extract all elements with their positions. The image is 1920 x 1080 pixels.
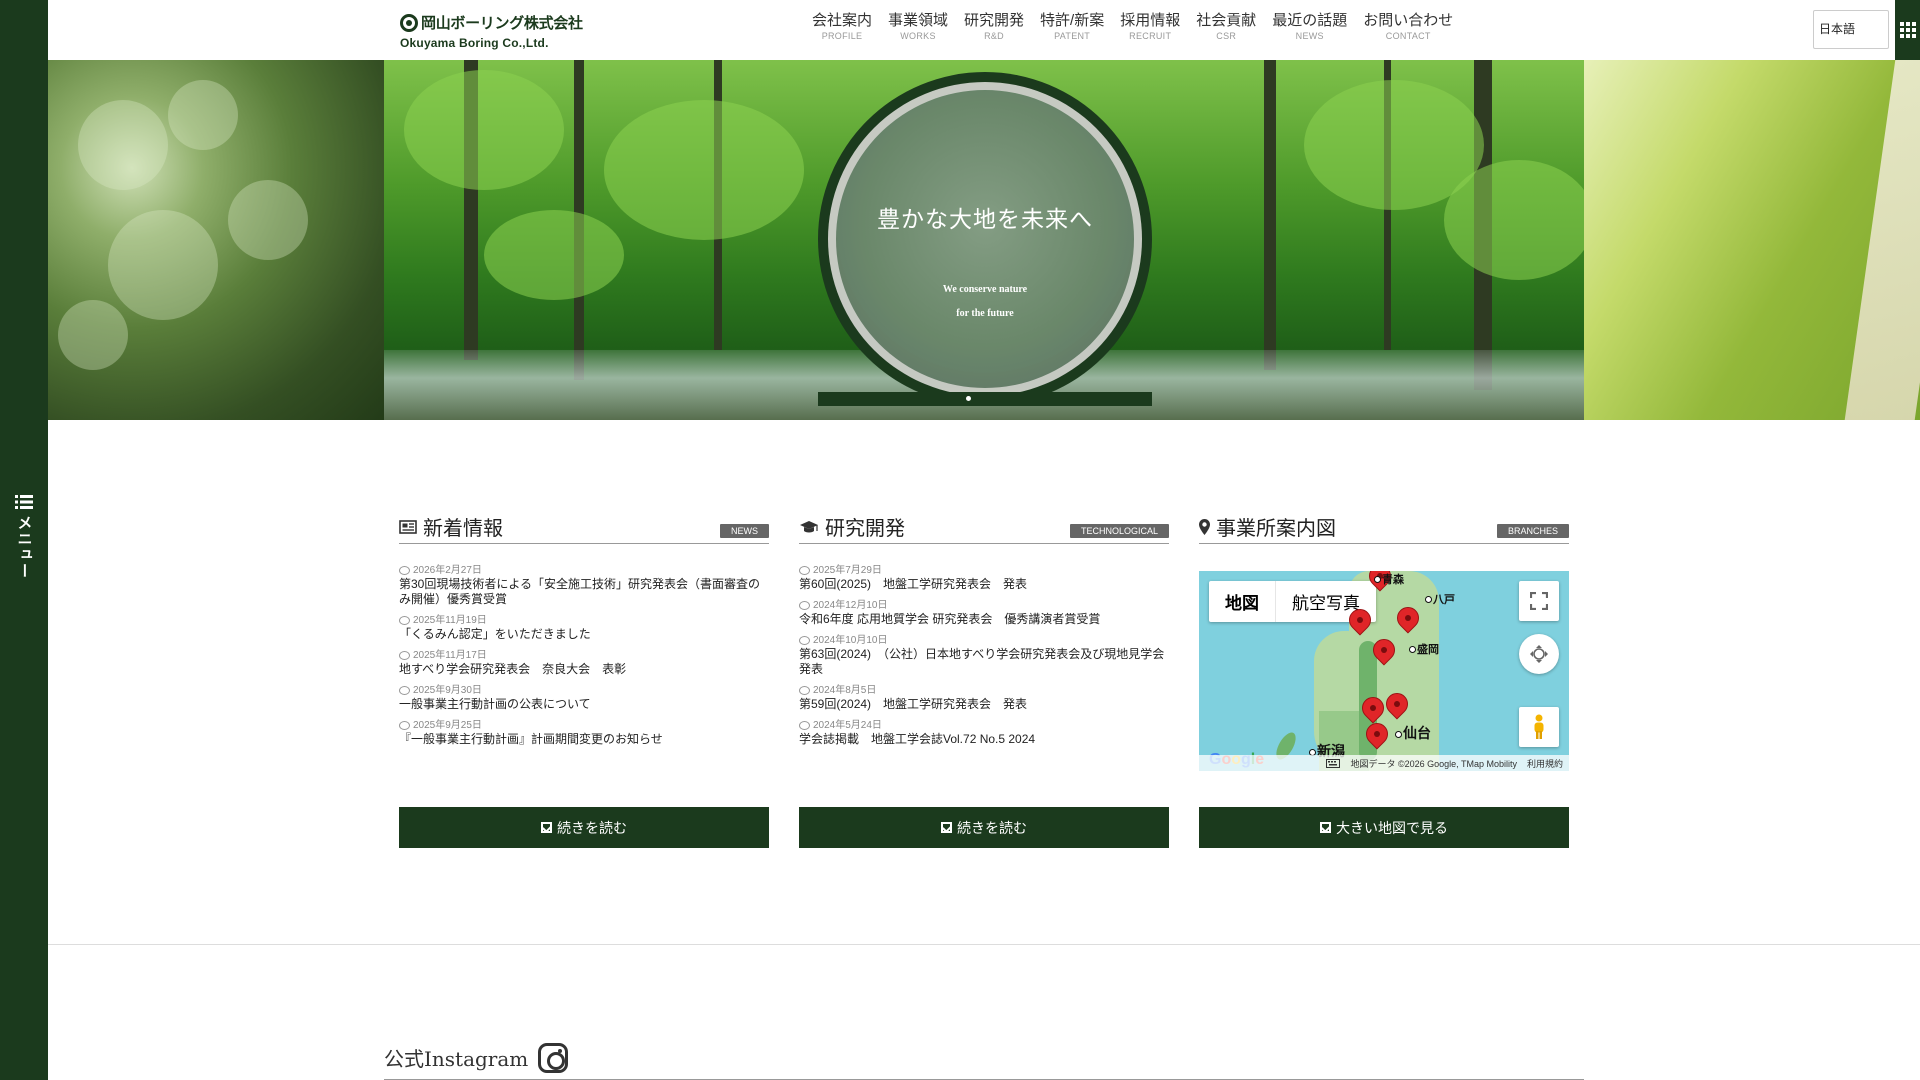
research-item[interactable]: 2025年7月29日 第60回(2025) 地盤工学研究発表会 発表 [799, 564, 1169, 592]
map-marker-icon [1199, 518, 1210, 535]
research-badge: TECHNOLOGICAL [1069, 524, 1169, 538]
news-item[interactable]: 2025年9月25日 『一般事業主行動計画』計画期間変更のお知らせ [399, 719, 769, 747]
logo-mark-icon [400, 13, 418, 32]
map-city-label: 仙台 [1395, 723, 1431, 743]
nav-item-profile[interactable]: 会社案内 PROFILE [804, 12, 880, 42]
nav-item-rd[interactable]: 研究開発 R&D [956, 12, 1032, 42]
news-title: 新着情報 [423, 518, 503, 540]
hero-title: 豊かな大地を未来へ [877, 207, 1093, 233]
list-icon [15, 495, 33, 509]
comment-icon [399, 721, 410, 730]
street-view-pegman-button[interactable] [1519, 707, 1559, 747]
branch-map[interactable]: 地図 航空写真 青森 八戸 盛岡 仙台 新潟 Google 地図データ ©20 [1199, 571, 1569, 771]
news-read-more-button[interactable]: 続きを読む [399, 807, 769, 848]
comment-icon [799, 721, 810, 730]
nav-item-contact[interactable]: お問い合わせ CONTACT [1355, 12, 1461, 42]
research-section: 研究開発 TECHNOLOGICAL 2025年7月29日 第60回(2025) … [799, 516, 1176, 848]
logo-name-en: Okuyama Boring Co.,Ltd. [400, 36, 549, 50]
news-item[interactable]: 2025年11月19日 「くるみん認定」をいただきました [399, 614, 769, 642]
comment-icon [799, 566, 810, 575]
side-menu-button[interactable]: メニュー [10, 495, 38, 579]
hero-banner: 豊かな大地を未来へ We conserve nature for the futu… [48, 60, 1920, 420]
main-nav: 会社案内 PROFILE 事業領域 WORKS 研究開発 R&D 特許/新案 PATEN… [804, 12, 1461, 42]
fullscreen-icon [1530, 592, 1548, 610]
pan-arrows-icon [1530, 645, 1548, 663]
nav-item-news[interactable]: 最近の話題 NEWS [1264, 12, 1355, 42]
hero-left-image [48, 60, 384, 420]
news-item[interactable]: 2026年2月27日 第30回現場技術者による「安全施工技術」研究発表会（書面審査… [399, 564, 769, 607]
comment-icon [399, 616, 410, 625]
side-menu-label: メニュー [15, 515, 33, 579]
map-city-label: 八戸 [1425, 591, 1455, 607]
logo-name-jp: 岡山ボーリング株式会社 [421, 15, 583, 32]
map-attribution: 地図データ ©2026 Google, TMap Mobility [1350, 758, 1517, 769]
comment-icon [399, 566, 410, 575]
branches-badge: BRANCHES [1496, 524, 1569, 538]
nav-item-recruit[interactable]: 採用情報 RECRUIT [1112, 12, 1188, 42]
research-read-more-button[interactable]: 続きを読む [799, 807, 1169, 848]
check-square-icon [941, 822, 952, 833]
news-section: 新着情報 NEWS 2026年2月27日 第30回現場技術者による「安全施工技術」… [399, 516, 769, 848]
graduation-cap-icon [800, 520, 818, 532]
map-footer: 地図データ ©2026 Google, TMap Mobility 利用規約 [1199, 755, 1569, 771]
news-item[interactable]: 2025年9月30日 一般事業主行動計画の公表について [399, 684, 769, 712]
map-city-label: 盛岡 [1409, 641, 1439, 657]
research-item[interactable]: 2024年8月5日 第59回(2024) 地盤工学研究発表会 発表 [799, 684, 1169, 712]
news-badge: NEWS [720, 524, 769, 538]
instagram-icon[interactable] [538, 1042, 569, 1073]
check-square-icon [1320, 822, 1331, 833]
nav-item-csr[interactable]: 社会貢献 CSR [1188, 12, 1264, 42]
instagram-section-header: 公式Instagram [384, 1040, 1584, 1080]
header: 岡山ボーリング株式会社 Okuyama Boring Co.,Ltd. 会社案内… [48, 0, 1920, 60]
company-logo[interactable]: 岡山ボーリング株式会社 Okuyama Boring Co.,Ltd. [400, 12, 583, 50]
apps-grid-button[interactable] [1895, 0, 1920, 60]
nav-item-patent[interactable]: 特許/新案 PATENT [1032, 12, 1112, 42]
branches-title: 事業所案内図 [1216, 518, 1336, 540]
slider-dot[interactable] [966, 396, 971, 401]
grid-icon [1899, 22, 1916, 38]
camera-control-button[interactable] [1519, 634, 1559, 674]
research-item[interactable]: 2024年12月10日 令和6年度 応用地質学会 研究発表会 優秀講演者賞受賞 [799, 599, 1169, 627]
comment-icon [799, 686, 810, 695]
map-terms-link[interactable]: 利用規約 [1527, 757, 1563, 770]
hero-right-image [1584, 60, 1920, 420]
research-title: 研究開発 [825, 518, 905, 540]
language-select[interactable]: 日本語 [1813, 10, 1889, 49]
large-map-button[interactable]: 大きい地図で見る [1199, 807, 1569, 848]
keyboard-icon[interactable] [1326, 758, 1341, 768]
fullscreen-button[interactable] [1519, 581, 1559, 621]
hero-circle: 豊かな大地を未来へ We conserve nature for the futu… [818, 72, 1152, 406]
comment-icon [799, 601, 810, 610]
instagram-title: 公式Instagram [384, 1047, 529, 1071]
branches-section: 事業所案内図 BRANCHES 地図 航空写真 青森 八戸 盛岡 仙台 新潟 地… [1199, 516, 1569, 848]
news-item[interactable]: 2025年11月17日 地すべり学会研究発表会 奈良大会 表彰 [399, 649, 769, 677]
newspaper-icon [399, 519, 417, 534]
comment-icon [399, 686, 410, 695]
map-city-label: 青森 [1374, 571, 1404, 587]
hero-subtitle: We conserve nature for the future [942, 284, 1028, 319]
nav-item-works[interactable]: 事業領域 WORKS [880, 12, 956, 42]
pegman-icon [1534, 714, 1544, 739]
check-square-icon [541, 822, 552, 833]
map-tab[interactable]: 地図 [1209, 581, 1275, 622]
research-item[interactable]: 2024年10月10日 第63回(2024) （公社）日本地すべり学会研究発表会及… [799, 634, 1176, 677]
comment-icon [799, 636, 810, 645]
comment-icon [399, 651, 410, 660]
section-divider [48, 944, 1920, 945]
research-item[interactable]: 2024年5月24日 学会誌掲載 地盤工学会誌Vol.72 No.5 2024 [799, 719, 1169, 747]
